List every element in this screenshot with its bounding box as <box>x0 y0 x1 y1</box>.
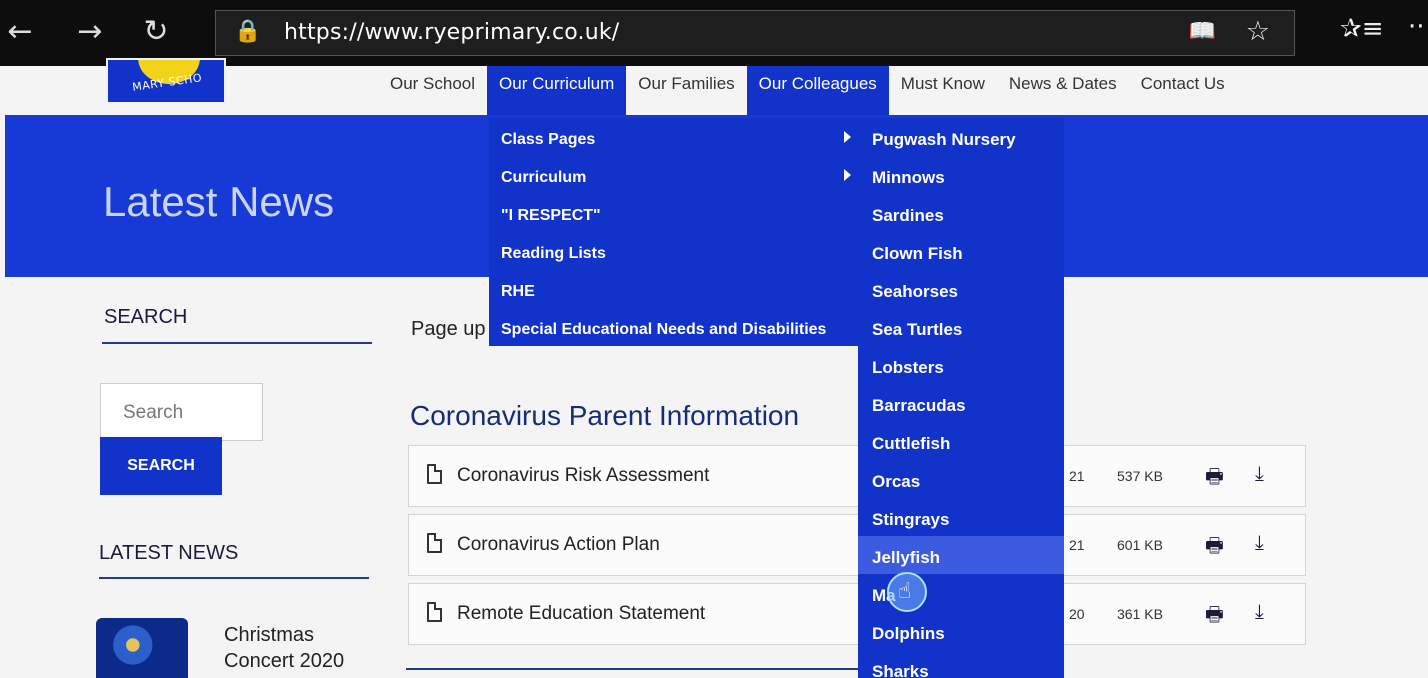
back-icon[interactable]: ← <box>2 10 38 54</box>
news-thumbnail[interactable] <box>96 618 188 678</box>
hand-cursor-icon: ☝ <box>887 572 927 612</box>
menu-item-rhe[interactable]: RHE <box>489 270 859 308</box>
menu-item-send[interactable]: Special Educational Needs and Disabiliti… <box>489 308 859 346</box>
section-title: Coronavirus Parent Information <box>410 400 800 431</box>
document-row[interactable]: Coronavirus Risk Assessment 21 537 KB 🖶 … <box>408 445 1306 507</box>
menu-item-i-respect[interactable]: "I RESPECT" <box>489 194 859 232</box>
school-logo[interactable]: MARY SCHO <box>106 58 226 104</box>
search-heading: SEARCH <box>104 306 188 328</box>
class-item[interactable]: Sardines <box>858 194 1064 232</box>
document-row[interactable]: Remote Education Statement 20 361 KB 🖶 ⤓ <box>408 583 1306 645</box>
class-item[interactable]: Dolphins <box>858 612 1064 650</box>
class-item[interactable]: Clown Fish <box>858 232 1064 270</box>
search-button[interactable]: SEARCH <box>100 437 222 495</box>
search-input[interactable]: Search <box>100 383 263 441</box>
document-size: 601 KB <box>1117 537 1163 553</box>
menu-item-class-pages[interactable]: Class Pages <box>489 118 859 156</box>
document-icon <box>427 533 442 553</box>
nav-must-know[interactable]: Must Know <box>889 66 997 118</box>
submenu-arrow-icon <box>844 131 851 143</box>
class-item[interactable]: Lobsters <box>858 346 1064 384</box>
print-icon[interactable]: 🖶 <box>1205 600 1224 634</box>
news-item-title[interactable]: Christmas Concert 2020 <box>224 622 384 674</box>
curriculum-dropdown: Class Pages Curriculum "I RESPECT" Readi… <box>489 118 859 346</box>
page-title: Latest News <box>103 178 335 225</box>
class-item[interactable]: Stingrays <box>858 498 1064 536</box>
document-date: 21 <box>1069 468 1085 484</box>
cursor-glyph: ☝ <box>898 579 912 604</box>
class-item[interactable]: Cuttlefish <box>858 422 1064 460</box>
nav-our-colleagues[interactable]: Our Colleagues <box>746 66 889 118</box>
class-item[interactable]: Orcas <box>858 460 1064 498</box>
print-icon[interactable]: 🖶 <box>1205 531 1224 565</box>
document-name[interactable]: Coronavirus Action Plan <box>457 534 660 556</box>
lock-icon: 🔒 <box>234 19 262 44</box>
forward-icon[interactable]: → <box>72 10 108 54</box>
main-nav: Our School Our Curriculum Our Families O… <box>378 66 1237 118</box>
download-icon[interactable]: ⤓ <box>1255 599 1264 623</box>
class-item[interactable]: Barracudas <box>858 384 1064 422</box>
nav-our-curriculum[interactable]: Our Curriculum <box>487 66 627 118</box>
browser-toolbar: ← → ↻ 🔒 https://www.ryeprimary.co.uk/ 📖 … <box>0 0 1428 66</box>
search-heading-rule <box>102 342 372 344</box>
document-row[interactable]: Coronavirus Action Plan 21 601 KB 🖶 ⤓ <box>408 514 1306 576</box>
submenu-arrow-icon <box>844 169 851 181</box>
nav-contact-us[interactable]: Contact Us <box>1129 66 1237 118</box>
menu-item-label: Class Pages <box>501 131 596 148</box>
class-item[interactable]: Minnows <box>858 156 1064 194</box>
document-icon <box>427 464 442 484</box>
class-item-hovered[interactable]: Jellyfish <box>858 536 1064 574</box>
page-updated-text: Page up <box>411 318 486 340</box>
download-icon[interactable]: ⤓ <box>1255 461 1264 485</box>
class-item[interactable]: Sea Turtles <box>858 308 1064 346</box>
menu-item-label: Curriculum <box>501 169 587 186</box>
document-date: 20 <box>1069 606 1085 622</box>
reading-view-icon[interactable]: 📖 <box>1189 19 1216 44</box>
class-item[interactable]: Sharks <box>858 650 1064 678</box>
refresh-icon[interactable]: ↻ <box>138 10 174 54</box>
menu-item-curriculum[interactable]: Curriculum <box>489 156 859 194</box>
latest-news-heading: LATEST NEWS <box>99 542 239 564</box>
more-icon[interactable]: ·· <box>1408 12 1425 42</box>
document-name[interactable]: Remote Education Statement <box>457 603 705 625</box>
nav-news-dates[interactable]: News & Dates <box>997 66 1129 118</box>
class-item[interactable]: Pugwash Nursery <box>858 118 1064 156</box>
document-date: 21 <box>1069 537 1085 553</box>
document-name[interactable]: Coronavirus Risk Assessment <box>457 465 709 487</box>
class-item[interactable]: Seahorses <box>858 270 1064 308</box>
nav-our-families[interactable]: Our Families <box>626 66 746 118</box>
document-size: 537 KB <box>1117 468 1163 484</box>
favorites-list-icon[interactable]: ✰≡ <box>1340 14 1384 44</box>
document-size: 361 KB <box>1117 606 1163 622</box>
section-divider <box>406 668 858 670</box>
address-bar[interactable]: 🔒 https://www.ryeprimary.co.uk/ 📖 ☆ <box>215 10 1295 56</box>
nav-our-school[interactable]: Our School <box>378 66 487 118</box>
print-icon[interactable]: 🖶 <box>1205 462 1224 496</box>
latest-news-rule <box>99 577 369 579</box>
menu-item-reading-lists[interactable]: Reading Lists <box>489 232 859 270</box>
document-icon <box>427 602 442 622</box>
download-icon[interactable]: ⤓ <box>1255 530 1264 554</box>
favorite-star-icon[interactable]: ☆ <box>1246 16 1270 47</box>
url-text[interactable]: https://www.ryeprimary.co.uk/ <box>284 20 619 45</box>
